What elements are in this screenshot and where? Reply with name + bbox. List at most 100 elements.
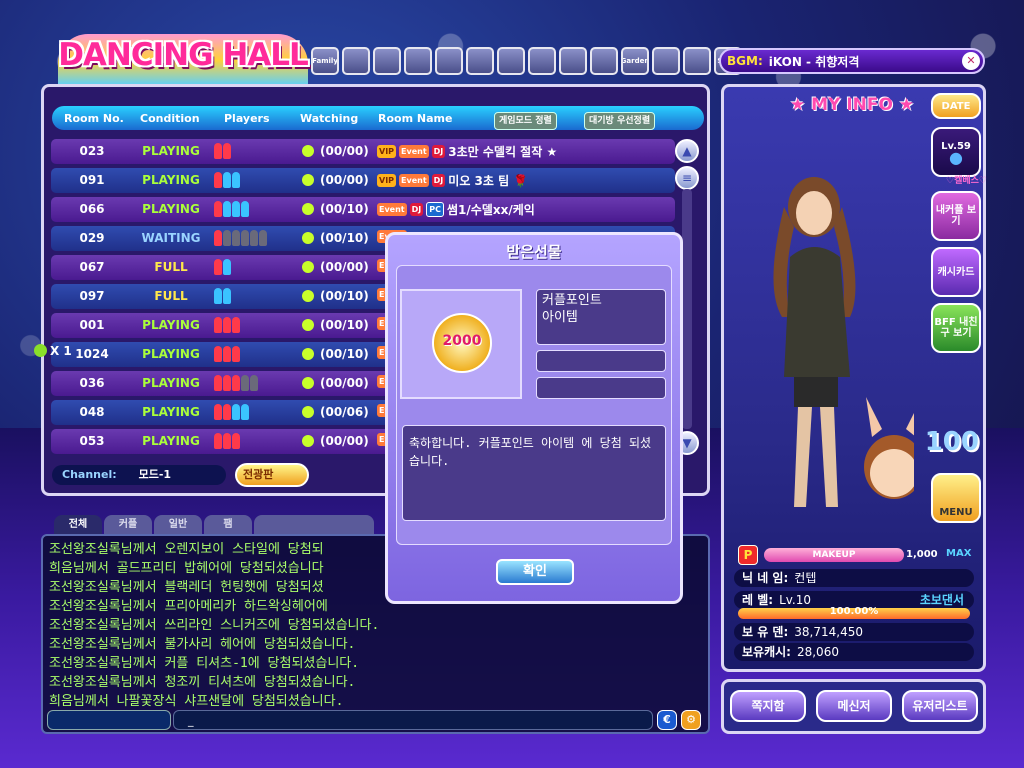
dialog-title: 받은선물 [506, 243, 562, 261]
menu-icon-6[interactable] [497, 47, 525, 75]
tab-couple[interactable]: 커플 [104, 515, 152, 535]
emoticon-icon[interactable]: € [657, 710, 677, 730]
menu-icon-3[interactable] [404, 47, 432, 75]
money-value: 38,714,450 [794, 625, 863, 639]
sort-waiting-button[interactable]: 대기방 우선정렬 [584, 112, 656, 130]
player-icon [259, 230, 267, 246]
tab-fam[interactable]: 팸 [204, 515, 252, 535]
scroll-up-icon[interactable]: ▲ [675, 139, 699, 163]
makeup-max: MAX [946, 548, 972, 559]
date-button[interactable]: DATE [931, 93, 981, 119]
room-name: VIP Event DJ 미오 3초 팀 🌹 [377, 172, 528, 189]
couple-name: ♡켈베스♡ [946, 176, 987, 186]
player-icon [214, 143, 222, 159]
settings-icon[interactable]: ⚙ [681, 710, 701, 730]
player-icon [232, 404, 240, 420]
player-icon [223, 201, 231, 217]
ok-button[interactable]: 확인 [496, 559, 574, 585]
player-icon [214, 230, 222, 246]
watch-count: (00/00) [320, 144, 369, 158]
stat-cash: 보유캐시: 28,060 [734, 643, 974, 661]
player-icon [223, 288, 231, 304]
watch-count: (00/00) [320, 173, 369, 187]
tab-normal[interactable]: 일반 [154, 515, 202, 535]
watch-count: (00/06) [320, 405, 369, 419]
bgm-close-icon[interactable]: ✕ [962, 52, 980, 70]
room-row[interactable]: 091 PLAYING (00/00) VIP Event DJ 미오 3초 팀 🌹 [51, 168, 675, 193]
user-list-button[interactable]: 유저리스트 [902, 690, 978, 722]
watch-count: (00/10) [320, 289, 369, 303]
cash-card-button[interactable]: 캐시카드 [931, 247, 981, 297]
scroll-menu-icon[interactable]: ≡ [675, 166, 699, 190]
smile-icon [302, 290, 314, 302]
watch-count: (00/10) [320, 231, 369, 245]
room-no: 097 [79, 289, 105, 303]
menu-button[interactable]: MENU [931, 473, 981, 523]
character-avatar [773, 177, 914, 507]
menu-icon-9[interactable] [590, 47, 618, 75]
player-icon [214, 288, 222, 304]
bgm-bar: BGM: iKON - 취향저격 ✕ [719, 48, 985, 74]
chat-line: 희음님께서 골드프리티 밥헤어에 당첨되셨습니다 [49, 561, 324, 576]
scroll-track[interactable] [682, 189, 692, 429]
menu-icon-11[interactable] [652, 47, 680, 75]
room-name-text: 3초만 수델킥 절작 ★ [448, 145, 558, 159]
room-condition: FULL [154, 289, 188, 303]
player-icon [232, 375, 240, 391]
all-broadcast-button[interactable]: 전광판 [235, 463, 309, 487]
cash-label: 보유캐시: [742, 645, 791, 659]
room-no: 048 [79, 405, 105, 419]
chat-target-field[interactable] [47, 710, 171, 730]
ring-icon: ● [949, 148, 963, 167]
room-players [214, 375, 258, 391]
level-value: Lv.10 [779, 593, 812, 607]
makeup-bar: MAKEUP [764, 548, 904, 562]
player-icon [223, 375, 231, 391]
smile-icon [302, 435, 314, 447]
room-watching: (00/00) [302, 144, 369, 158]
room-row[interactable]: 066 PLAYING (00/10) Event DJ PC 썸1/수델xx/케익 [51, 197, 675, 222]
player-icon [232, 201, 240, 217]
nick-value: 컨텝 [794, 571, 817, 585]
room-condition: PLAYING [142, 318, 200, 332]
watch-count: (00/10) [320, 202, 369, 216]
chat-tabs: 전체 커플 일반 팸 [54, 515, 374, 535]
menu-icon-12[interactable] [683, 47, 711, 75]
header-room-no: Room No. [64, 112, 124, 125]
my-couple-button[interactable]: 내커플 보기 [931, 191, 981, 241]
menu-icon-0[interactable]: Family [311, 47, 339, 75]
menu-icon-1[interactable] [342, 47, 370, 75]
tab-all[interactable]: 전체 [54, 515, 102, 535]
player-icon [223, 143, 231, 159]
menu-icon-4[interactable] [435, 47, 463, 75]
room-watching: (00/10) [302, 347, 369, 361]
room-watching: (00/10) [302, 289, 369, 303]
room-name-text: 미오 3초 팀 🌹 [448, 174, 529, 188]
sort-game-mode-button[interactable]: 게임모드 정렬 [494, 112, 557, 130]
room-tag: DJ [431, 174, 446, 187]
menu-icon-2[interactable] [373, 47, 401, 75]
smile-icon [302, 174, 314, 186]
menu-icon-10[interactable]: Garden [621, 47, 649, 75]
player-icon [232, 346, 240, 362]
room-no: 001 [79, 318, 105, 332]
menu-icon-5[interactable] [466, 47, 494, 75]
watch-count: (00/00) [320, 260, 369, 274]
room-row[interactable]: 023 PLAYING (00/00) VIP Event DJ 3초만 수델킥 절작 ★ [51, 139, 675, 164]
player-icon [214, 404, 222, 420]
menu-icon-8[interactable] [559, 47, 587, 75]
room-players [214, 201, 249, 217]
cash-value: 28,060 [796, 645, 839, 659]
chat-input[interactable]: _ [173, 710, 653, 730]
player-icon [214, 433, 222, 449]
bff-button[interactable]: BFF 내친구 보기 [931, 303, 981, 353]
menu-icon-7[interactable] [528, 47, 556, 75]
room-condition: PLAYING [142, 405, 200, 419]
player-icon [214, 317, 222, 333]
room-players [214, 143, 231, 159]
room-tag: DJ [409, 203, 424, 216]
room-condition: WAITING [141, 231, 201, 245]
player-icon [223, 259, 231, 275]
mailbox-button[interactable]: 쪽지함 [730, 690, 806, 722]
messenger-button[interactable]: 메신저 [816, 690, 892, 722]
